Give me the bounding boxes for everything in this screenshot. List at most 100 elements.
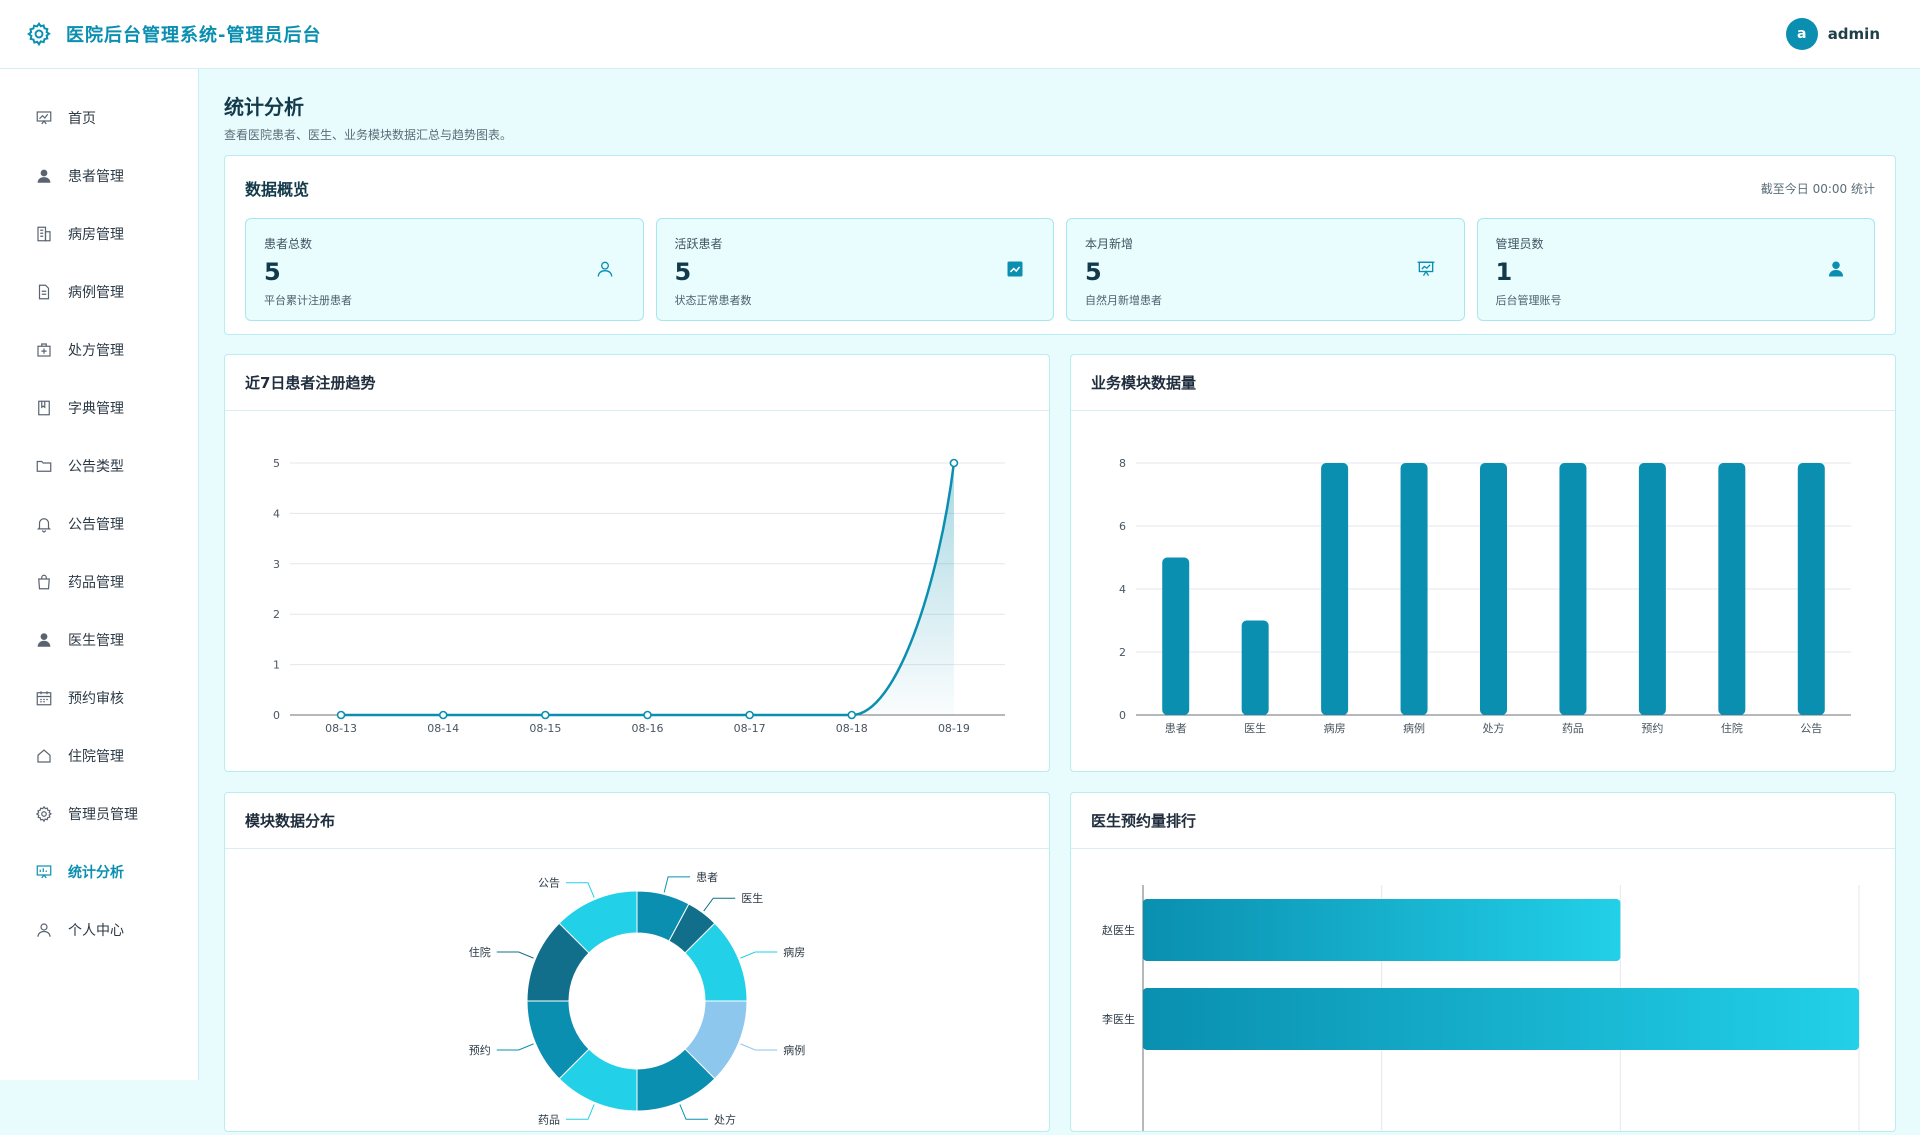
pie-label: 住院 [469, 945, 491, 959]
y-tick-label: 李医生 [1102, 1012, 1135, 1026]
bar [1321, 463, 1349, 715]
document-icon [38, 284, 50, 300]
x-tick-label: 药品 [1562, 722, 1584, 735]
sidebar-item-drugs[interactable]: 药品管理 [0, 553, 198, 611]
y-tick-label: 0 [273, 709, 280, 722]
x-tick-label: 08-14 [427, 722, 459, 735]
bar [1480, 463, 1507, 715]
user-menu[interactable]: a admin [1785, 18, 1880, 50]
sidebar-item-prescriptions[interactable]: 处方管理 [0, 321, 198, 379]
bar [1162, 557, 1190, 715]
stat-value: 5 [1085, 258, 1102, 286]
data-point [745, 710, 754, 720]
y-tick-label: 赵医生 [1102, 923, 1135, 937]
pie-label: 医生 [741, 891, 763, 905]
sidebar-item-profile[interactable]: 个人中心 [0, 901, 198, 959]
person-icon [37, 923, 51, 937]
building-icon [37, 226, 51, 242]
sidebar-item-analytics[interactable]: 统计分析 [0, 843, 198, 901]
y-tick-label: 2 [1119, 646, 1126, 659]
modules-panel: 业务模块数据量 0 2 4 6 8 患者 医生 病房 病例 处方 药品 预约 住院 公告 [1070, 354, 1896, 772]
pie-label: 药品 [538, 1113, 560, 1126]
module-distribution-chart: 患者医生病房病例处方 药品 预约 住院 公告 [469, 871, 806, 1126]
sidebar-item-wards[interactable]: 病房管理 [0, 205, 198, 263]
x-tick-label: 患者 [1165, 722, 1187, 735]
y-tick-label: 1 [273, 659, 280, 672]
pie-leader-line [566, 1104, 595, 1120]
sidebar-item-label: 公告类型 [68, 459, 124, 475]
x-tick-label: 住院 [1721, 721, 1743, 735]
stat-card-admins: 管理员数 1 后台管理账号 [1476, 218, 1875, 321]
modules-panel-title: 业务模块数据量 [1071, 355, 1895, 411]
ranking-panel-title: 医生预约量排行 [1071, 793, 1895, 849]
distribution-panel: 模块数据分布 患者 医生 病房 病例 处方 药品 预约 住院 公告 [224, 792, 1050, 1132]
pie-label: 预约 [469, 1044, 491, 1057]
data-point [847, 710, 857, 720]
trend-icon [1007, 261, 1023, 277]
pie-leader-line [496, 1043, 534, 1051]
sidebar-item-label: 处方管理 [68, 343, 124, 359]
sidebar: 首页 患者管理 病房管理 病例管理 处方管理 字典管理 公告类型 公告管理 药品… [0, 69, 199, 1080]
x-tick-label: 08-17 [734, 722, 766, 735]
stat-value: 5 [264, 258, 281, 286]
sidebar-item-patients[interactable]: 患者管理 [0, 147, 198, 205]
stat-card-total-patients: 患者总数 5 平台累计注册患者 [245, 218, 644, 321]
x-tick-label: 08-18 [836, 722, 868, 735]
stat-desc: 自然月新增患者 [1085, 294, 1162, 307]
avatar[interactable]: a [1785, 18, 1818, 50]
x-tick-label: 08-15 [529, 722, 561, 735]
x-tick-label: 公告 [1800, 722, 1822, 735]
stat-value: 5 [674, 258, 692, 286]
pie-label: 处方 [714, 1112, 736, 1126]
bar [1400, 463, 1428, 715]
sidebar-item-admins[interactable]: 管理员管理 [0, 785, 198, 843]
sidebar-item-dictionary[interactable]: 字典管理 [0, 379, 198, 437]
x-tick-label: 医生 [1244, 721, 1266, 735]
bar [1797, 463, 1825, 715]
page-title: 统计分析 [224, 95, 304, 119]
x-tick-label: 08-13 [325, 722, 357, 735]
y-tick-label: 5 [273, 457, 280, 470]
sidebar-item-label: 个人中心 [68, 923, 124, 939]
doctor-icon [37, 633, 51, 647]
sidebar-item-label: 预约审核 [68, 691, 124, 707]
y-tick-label: 3 [273, 558, 280, 571]
sidebar-item-notice-types[interactable]: 公告类型 [0, 437, 198, 495]
sidebar-item-notices[interactable]: 公告管理 [0, 495, 198, 553]
registration-trend-chart: 0 1 2 3 4 5 08-13 08-14 08-15 08-16 08-17 08-18 08-1… [273, 457, 1005, 735]
overview-title: 数据概览 [245, 180, 310, 199]
sidebar-item-home[interactable]: 首页 [0, 89, 198, 147]
presentation-icon [1417, 261, 1434, 277]
app-title: 医院后台管理系统-管理员后台 [66, 25, 322, 46]
series-area [341, 463, 954, 715]
series-line [341, 462, 956, 717]
sidebar-item-cases[interactable]: 病例管理 [0, 263, 198, 321]
stat-desc: 平台累计注册患者 [264, 294, 352, 307]
overview-note: 截至今日 00:00 统计 [1760, 181, 1875, 196]
sidebar-item-appointments[interactable]: 预约审核 [0, 669, 198, 727]
data-point [336, 710, 346, 720]
bar [1143, 899, 1621, 961]
data-point [949, 458, 959, 468]
y-tick-label: 2 [273, 608, 280, 621]
pie-leader-line [703, 897, 736, 912]
module-volume-chart: 0 2 4 6 8 患者 医生 病房 病例 处方 药品 预约 住院 公告 [1119, 457, 1851, 735]
sidebar-item-doctors[interactable]: 医生管理 [0, 611, 198, 669]
sidebar-item-label: 字典管理 [68, 401, 124, 417]
calendar-icon [36, 691, 52, 706]
sidebar-item-label: 药品管理 [68, 575, 124, 591]
y-tick-label: 4 [273, 507, 280, 520]
sidebar-item-label: 住院管理 [68, 749, 124, 765]
username[interactable]: admin [1828, 25, 1880, 43]
sidebar-item-label: 患者管理 [68, 169, 124, 185]
user-outline-icon [597, 261, 612, 277]
bar [1718, 463, 1746, 715]
sidebar-item-hospitalization[interactable]: 住院管理 [0, 727, 198, 785]
analytics-icon [36, 865, 52, 879]
gear-icon [35, 805, 53, 823]
trend-panel: 近7日患者注册趋势 0 1 2 3 4 5 08-13 08-14 08-15 08-16 08-1… [224, 354, 1050, 772]
distribution-panel-title: 模块数据分布 [225, 793, 1049, 849]
doctor-ranking-chart: 赵医生李医生 [1102, 885, 1860, 1131]
x-tick-label: 08-19 [938, 722, 970, 735]
bar [1638, 463, 1666, 715]
